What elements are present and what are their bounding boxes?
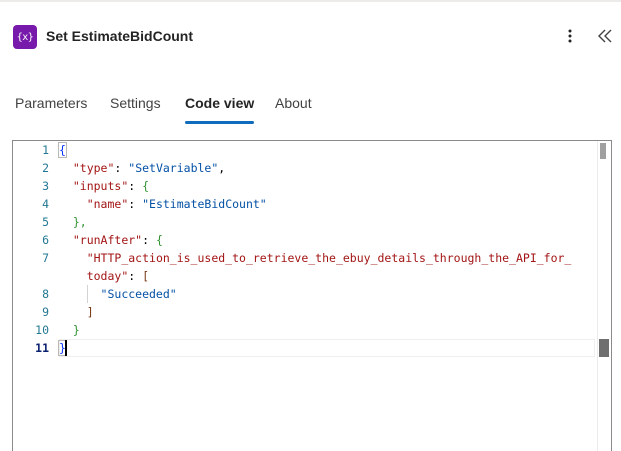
more-options-button[interactable]: [558, 24, 582, 48]
tab-about-label: About: [275, 95, 312, 111]
code-line-7-wrapped: today": [: [59, 267, 149, 285]
line-number: 8: [42, 287, 49, 301]
json-key: today": [86, 269, 129, 283]
line-number: 1: [42, 143, 49, 157]
line-number: 3: [42, 179, 49, 193]
code-line-3: "inputs": {: [59, 177, 149, 195]
tab-code-view[interactable]: Code view: [185, 92, 255, 128]
tab-parameters[interactable]: Parameters: [15, 92, 87, 128]
code-line-1: {: [58, 141, 67, 159]
line-number: 9: [42, 305, 49, 319]
line-number: 4: [42, 197, 49, 211]
json-colon: :: [128, 179, 143, 193]
action-title[interactable]: Set EstimateBidCount: [46, 28, 193, 44]
scrollbar-thumb[interactable]: [600, 143, 606, 159]
line-number: 6: [42, 233, 49, 247]
json-bracket: ]: [86, 305, 94, 319]
line-number: 2: [42, 161, 49, 175]
json-colon: :: [128, 269, 143, 283]
json-brace: {: [58, 142, 67, 158]
code-line-7: "HTTP_action_is_used_to_retrieve_the_ebu…: [59, 249, 572, 267]
tab-list: Parameters Settings Code view About: [0, 92, 621, 128]
json-string: "EstimateBidCount": [142, 197, 267, 211]
variable-icon: {x}: [13, 25, 37, 49]
code-editor[interactable]: 1 2 3 4 5 6 7 8 9 10 11 { "type": "SetVa…: [12, 140, 612, 451]
overview-ruler-bar: [599, 339, 609, 357]
active-tab-indicator: [185, 121, 255, 124]
top-divider: [0, 0, 621, 2]
tab-settings[interactable]: Settings: [110, 92, 161, 128]
double-chevron-left-icon: [598, 29, 612, 43]
vertical-scrollbar[interactable]: [597, 141, 611, 451]
tab-parameters-label: Parameters: [15, 95, 88, 111]
json-colon: :: [114, 161, 129, 175]
variable-icon-glyph: {x}: [16, 31, 34, 43]
json-string: "Succeeded": [100, 287, 177, 301]
text-cursor: [65, 340, 67, 356]
tab-settings-label: Settings: [110, 95, 161, 111]
json-brace: {: [155, 233, 163, 247]
json-brace: {: [142, 179, 150, 193]
json-key: "runAfter": [72, 233, 143, 247]
tab-code-view-label: Code view: [185, 95, 255, 111]
json-comma: ,: [218, 161, 226, 175]
json-string: "SetVariable": [128, 161, 219, 175]
collapse-panel-button[interactable]: [593, 24, 617, 48]
json-brace: }: [72, 323, 80, 337]
code-line-6: "runAfter": {: [59, 231, 163, 249]
json-key: "HTTP_action_is_used_to_retrieve_the_ebu…: [86, 251, 572, 265]
code-line-4: "name": "EstimateBidCount": [59, 195, 267, 213]
tab-about[interactable]: About: [275, 92, 312, 128]
code-line-10: }: [59, 321, 80, 339]
json-key: "inputs": [72, 179, 129, 193]
line-number-current: 11: [35, 341, 49, 355]
json-bracket: [: [142, 269, 150, 283]
panel-header: {x} Set EstimateBidCount: [0, 22, 621, 52]
code-line-8: "Succeeded": [59, 285, 177, 303]
json-colon: :: [142, 233, 156, 247]
json-key: "type": [72, 161, 115, 175]
overview-ruler-cursor-mark: [597, 339, 611, 357]
code-line-2: "type": "SetVariable",: [59, 159, 225, 177]
line-number: 5: [42, 215, 49, 229]
code-line-5: },: [59, 213, 87, 231]
line-number: 10: [35, 323, 49, 337]
action-details-panel: {x} Set EstimateBidCount Parameters Sett…: [0, 0, 621, 451]
json-key: "name": [86, 197, 129, 211]
code-content[interactable]: { "type": "SetVariable", "inputs": { "na…: [58, 141, 593, 451]
json-colon: :: [128, 197, 143, 211]
line-number: 7: [42, 251, 49, 265]
more-vertical-icon: [568, 29, 572, 43]
line-number-gutter: 1 2 3 4 5 6 7 8 9 10 11: [13, 141, 53, 451]
json-brace: },: [72, 215, 87, 229]
code-line-9: ]: [59, 303, 94, 321]
